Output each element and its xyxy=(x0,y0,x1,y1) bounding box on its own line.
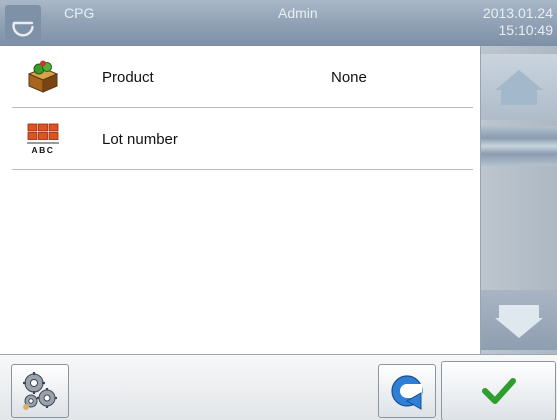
arrow-down-icon xyxy=(495,305,543,338)
lot-number-label: Lot number xyxy=(102,131,178,148)
time-text: 15:10:49 xyxy=(498,22,554,38)
list-item-product[interactable]: Product None xyxy=(0,46,478,108)
product-box-icon xyxy=(27,60,59,93)
lot-number-grid-icon: ABC xyxy=(27,123,59,155)
brand-logo-icon xyxy=(5,5,41,41)
product-label: Product xyxy=(102,69,154,86)
screen: CPG Admin 2013.01.24 15:10:49 Product No… xyxy=(0,0,557,420)
scrollbar[interactable] xyxy=(480,46,557,354)
datetime: 2013.01.24 15:10:49 xyxy=(483,5,553,39)
app-name: CPG xyxy=(64,5,95,21)
list-item-lot-number[interactable]: ABC Lot number xyxy=(0,108,478,170)
lot-icon-caption: ABC xyxy=(32,145,55,155)
settings-list: Product None ABC Lot number xyxy=(0,46,478,354)
scroll-thumb[interactable] xyxy=(481,126,557,166)
user-name: Admin xyxy=(278,5,318,21)
checkmark-icon xyxy=(481,378,516,404)
scroll-up-button[interactable] xyxy=(481,54,557,120)
scroll-down-button[interactable] xyxy=(481,290,557,350)
settings-button[interactable] xyxy=(11,364,69,418)
row-divider xyxy=(12,169,473,170)
product-value: None xyxy=(331,69,367,86)
return-arrow-icon xyxy=(391,375,423,410)
date-text: 2013.01.24 xyxy=(482,5,553,21)
gears-icon xyxy=(23,372,57,410)
header-bar: CPG Admin 2013.01.24 15:10:49 xyxy=(0,0,557,46)
confirm-button[interactable] xyxy=(441,361,556,420)
back-button[interactable] xyxy=(378,364,436,418)
house-up-icon xyxy=(495,70,543,105)
bottom-toolbar xyxy=(0,354,557,420)
